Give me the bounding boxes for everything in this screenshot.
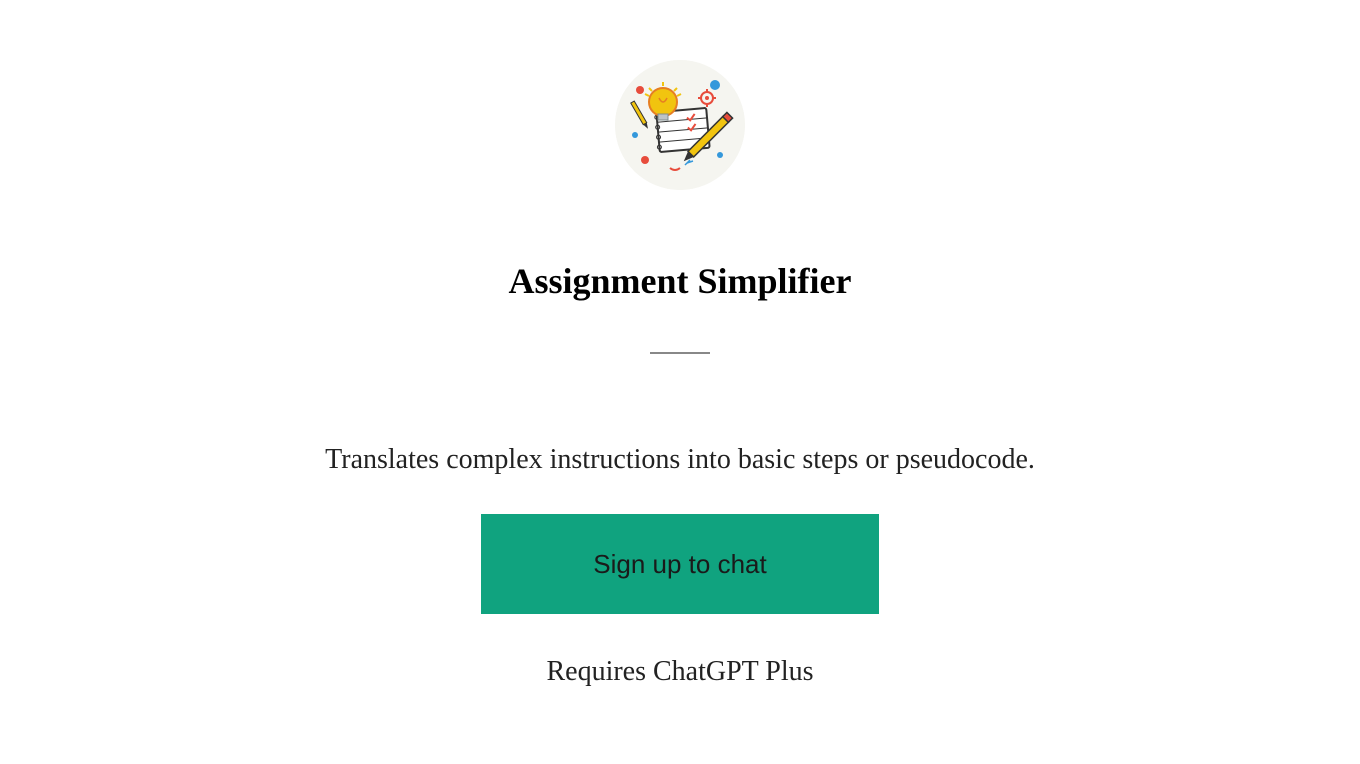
app-description: Translates complex instructions into bas… (325, 444, 1035, 476)
page-title: Assignment Simplifier (508, 260, 851, 302)
signup-button[interactable]: Sign up to chat (481, 514, 879, 614)
divider (650, 352, 710, 354)
notebook-lightbulb-icon (615, 60, 745, 190)
app-logo (615, 60, 745, 190)
requirement-text: Requires ChatGPT Plus (546, 656, 813, 688)
